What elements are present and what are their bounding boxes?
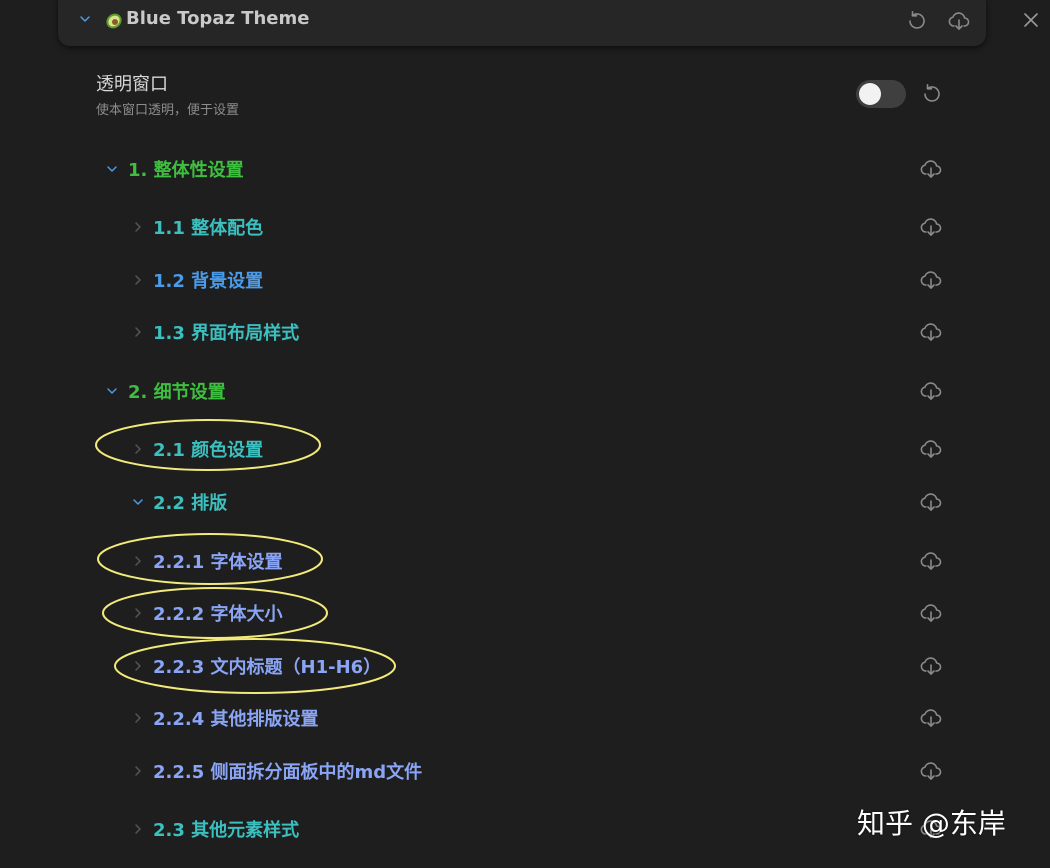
section-label: 2.2.5 侧面拆分面板中的md文件 [153, 762, 423, 783]
chevron-down-icon[interactable] [105, 162, 119, 176]
chevron-right-icon[interactable] [131, 659, 145, 673]
toggle-knob [859, 83, 881, 105]
cloud-download-icon[interactable] [919, 549, 943, 573]
theme-title: Blue Topaz Theme [126, 8, 310, 29]
watermark: 知乎 @东岸 [857, 807, 1006, 840]
section-row[interactable]: 1.1 整体配色 [0, 207, 1050, 247]
section-row[interactable]: 2.2 排版 [0, 482, 1050, 522]
reset-icon[interactable] [905, 9, 929, 33]
chevron-right-icon[interactable] [131, 606, 145, 620]
cloud-download-icon[interactable] [919, 379, 943, 403]
chevron-down-icon[interactable] [131, 495, 145, 509]
section-label: 2.2.1 字体设置 [153, 552, 283, 573]
cloud-download-icon[interactable] [919, 437, 943, 461]
section-label: 1.3 界面布局样式 [153, 323, 300, 344]
cloud-download-icon[interactable] [919, 490, 943, 514]
section-row[interactable]: 1.3 界面布局样式 [0, 312, 1050, 352]
cloud-download-icon[interactable] [947, 9, 971, 33]
cloud-download-icon[interactable] [919, 654, 943, 678]
section-label: 1.2 背景设置 [153, 271, 264, 292]
chevron-right-icon[interactable] [131, 220, 145, 234]
chevron-right-icon[interactable] [131, 822, 145, 836]
section-label: 1. 整体性设置 [128, 160, 244, 181]
chevron-down-icon[interactable] [78, 12, 92, 26]
section-label: 2.2 排版 [153, 493, 228, 514]
setting-description: 使本窗口透明，便于设置 [96, 103, 240, 118]
cloud-download-icon[interactable] [919, 320, 943, 344]
section-label: 2.2.2 字体大小 [153, 604, 283, 625]
cloud-download-icon[interactable] [919, 268, 943, 292]
close-icon[interactable] [1019, 8, 1043, 32]
chevron-right-icon[interactable] [131, 273, 145, 287]
section-row[interactable]: 2.2.5 侧面拆分面板中的md文件 [0, 751, 1050, 791]
chevron-right-icon[interactable] [131, 442, 145, 456]
settings-page: Blue Topaz Theme 透明窗口 使本窗口透明，便于设置 1. 整体性… [0, 0, 1050, 868]
cloud-download-icon[interactable] [919, 706, 943, 730]
section-row[interactable]: 1. 整体性设置 [0, 149, 1050, 189]
avocado-icon [106, 13, 122, 29]
section-label: 2.2.3 文内标题（H1-H6） [153, 657, 382, 678]
section-label: 2.2.4 其他排版设置 [153, 709, 319, 730]
transparent-window-toggle[interactable] [856, 80, 906, 108]
section-row[interactable]: 2.1 颜色设置 [0, 429, 1050, 469]
chevron-right-icon[interactable] [131, 711, 145, 725]
chevron-right-icon[interactable] [131, 325, 145, 339]
section-row[interactable]: 2.2.3 文内标题（H1-H6） [0, 646, 1050, 686]
cloud-download-icon[interactable] [919, 215, 943, 239]
section-label: 2.3 其他元素样式 [153, 820, 300, 841]
section-label: 1.1 整体配色 [153, 218, 264, 239]
cloud-download-icon[interactable] [919, 759, 943, 783]
section-label: 2. 细节设置 [128, 382, 226, 403]
setting-name: 透明窗口 [96, 74, 168, 95]
section-row[interactable]: 2. 细节设置 [0, 371, 1050, 411]
reset-icon[interactable] [920, 82, 944, 106]
chevron-right-icon[interactable] [131, 554, 145, 568]
cloud-download-icon[interactable] [919, 157, 943, 181]
chevron-down-icon[interactable] [105, 384, 119, 398]
section-row[interactable]: 2.2.2 字体大小 [0, 593, 1050, 633]
cloud-download-icon[interactable] [919, 601, 943, 625]
chevron-right-icon[interactable] [131, 764, 145, 778]
section-row[interactable]: 2.2.1 字体设置 [0, 541, 1050, 581]
section-row[interactable]: 1.2 背景设置 [0, 260, 1050, 300]
section-label: 2.1 颜色设置 [153, 440, 264, 461]
section-row[interactable]: 2.2.4 其他排版设置 [0, 698, 1050, 738]
